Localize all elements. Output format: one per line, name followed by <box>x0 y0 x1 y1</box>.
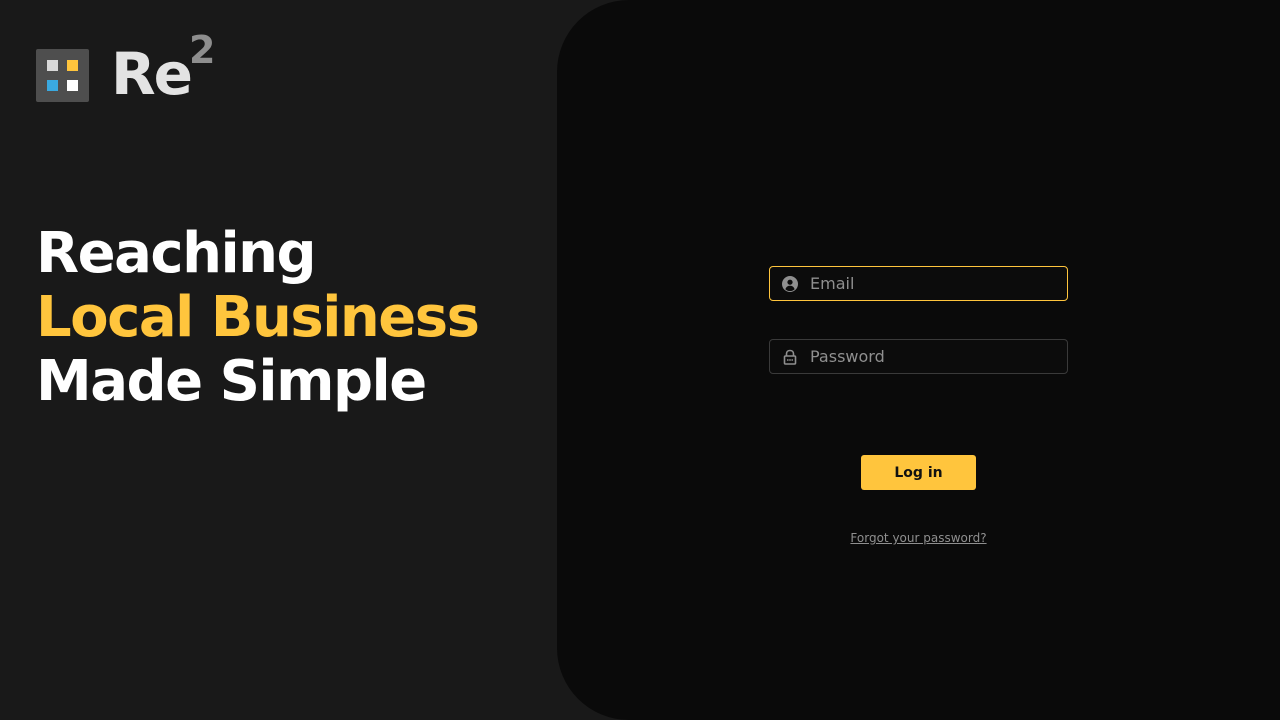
logo-wordmark-text: Re <box>111 40 193 108</box>
logo-square-top-left <box>47 60 58 71</box>
lock-icon <box>782 349 798 365</box>
login-page: Re 2 Reaching Local Business Made Simple <box>0 0 1280 720</box>
password-field[interactable] <box>769 339 1068 374</box>
email-input[interactable] <box>810 268 1067 299</box>
logo-superscript: 2 <box>189 28 216 72</box>
logo-square-bottom-left <box>47 80 58 91</box>
login-button[interactable]: Log in <box>861 455 976 490</box>
email-field[interactable] <box>769 266 1068 301</box>
logo-square-bottom-right <box>67 80 78 91</box>
logo-wordmark: Re 2 <box>111 30 215 108</box>
forgot-password-link[interactable]: Forgot your password? <box>769 531 1068 545</box>
logo-mark-icon <box>36 49 89 102</box>
password-input[interactable] <box>810 341 1067 372</box>
brand-logo: Re 2 <box>36 30 215 108</box>
logo-square-top-right <box>67 60 78 71</box>
headline-line-2: Local Business <box>36 285 480 350</box>
user-circle-icon <box>782 275 798 292</box>
hero-headline: Reaching Local Business Made Simple <box>36 221 480 414</box>
headline-line-1: Reaching <box>36 221 317 286</box>
headline-line-3: Made Simple <box>36 349 427 414</box>
